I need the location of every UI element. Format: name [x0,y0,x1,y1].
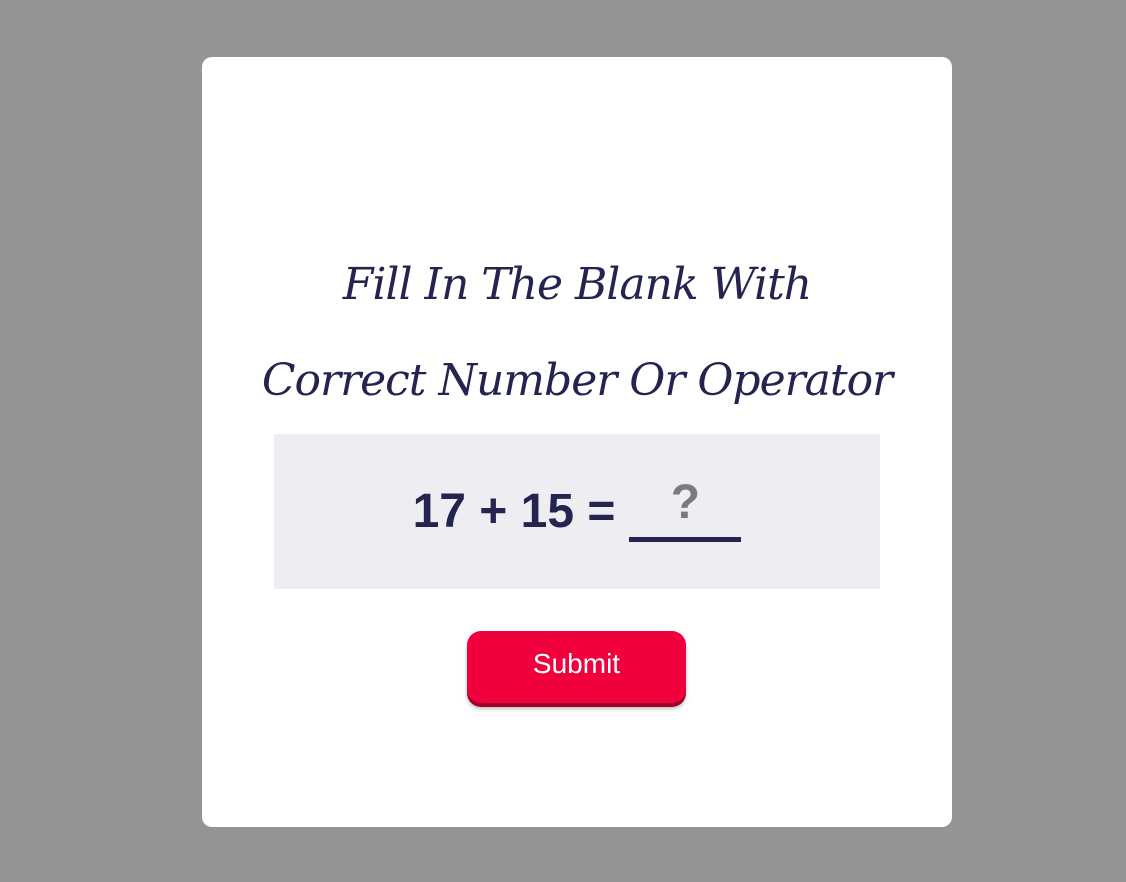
answer-placeholder: ? [670,476,701,529]
answer-blank-input[interactable]: ? [629,476,742,542]
equation-expression: 17 + 15 = [412,485,616,538]
quiz-title: Fill In The Blank With Correct Number Or… [202,237,952,429]
quiz-title-line-1: Fill In The Blank With [342,259,812,310]
equation: 17 + 15 = ? [274,434,880,589]
quiz-title-line-2: Correct Number Or Operator [261,355,893,406]
equation-panel: 17 + 15 = ? [274,434,880,589]
quiz-card: Fill In The Blank With Correct Number Or… [202,57,952,827]
submit-button[interactable]: Submit [467,631,686,703]
